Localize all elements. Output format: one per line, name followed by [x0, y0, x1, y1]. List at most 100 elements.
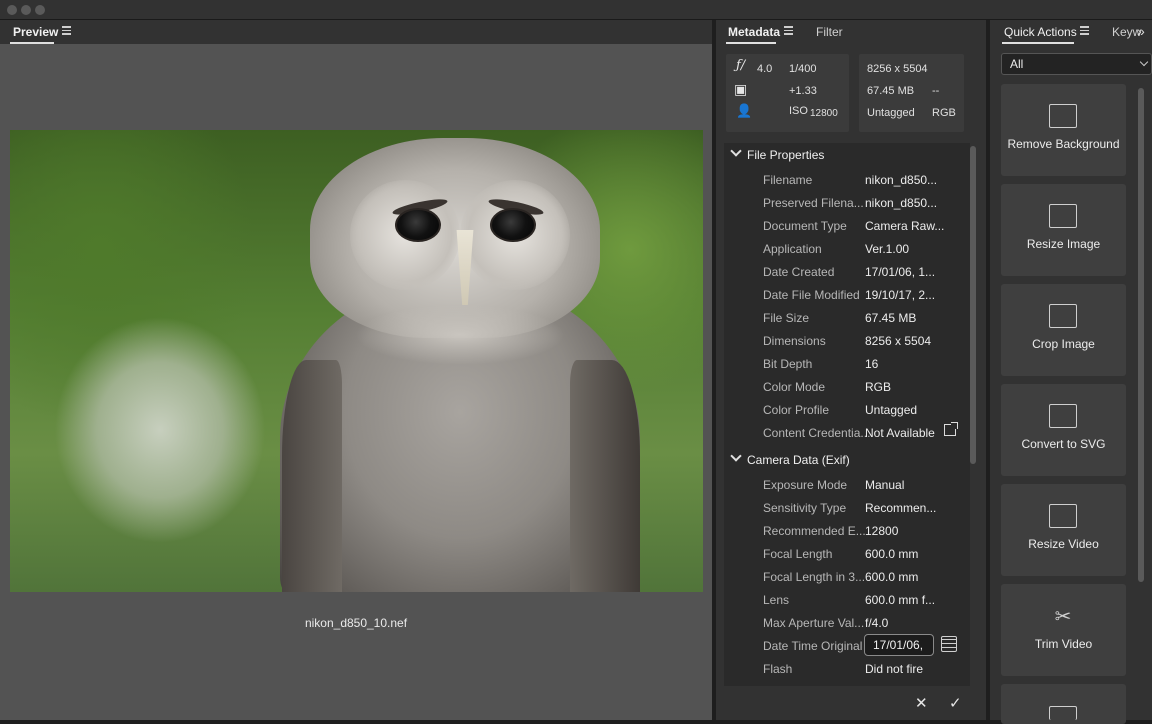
metadata-key: Sensitivity Type [763, 501, 847, 515]
quick-actions-filter-select[interactable]: All [1001, 53, 1152, 75]
metadata-row: Bit Depth 16 [724, 353, 970, 375]
section-title: File Properties [747, 148, 825, 162]
quick-action-card[interactable]: Resize Image [1001, 184, 1126, 276]
shutter-speed: 1/400 [789, 63, 817, 75]
minimize-window-button[interactable] [21, 5, 31, 15]
metadata-value: Recommen... [865, 501, 937, 515]
metadata-key: Document Type [763, 219, 847, 233]
person-icon: 👤 [736, 103, 753, 118]
tab-filter[interactable]: Filter [816, 25, 843, 39]
quick-action-label: Trim Video [1034, 637, 1093, 651]
metadata-list: File Properties Filename nikon_d850... Pre… [724, 143, 970, 686]
tab-underline [1002, 42, 1074, 44]
metadata-row: Exposure Mode Manual [724, 474, 970, 496]
tab-preview[interactable]: Preview [13, 25, 58, 39]
summary-dimensions: 8256 x 5504 [867, 63, 928, 75]
owl-eye-right [490, 208, 536, 242]
metadata-value: f/4.0 [865, 616, 889, 630]
preview-image[interactable] [10, 130, 703, 592]
filter-value: All [1010, 57, 1024, 71]
metering-mode-icon: ▣ [734, 81, 748, 97]
calendar-icon[interactable] [941, 636, 957, 652]
tab-underline [726, 42, 776, 44]
metadata-key: Color Profile [763, 403, 830, 417]
metadata-key: Exposure Mode [763, 478, 848, 492]
aperture-value: 4.0 [757, 63, 773, 75]
metadata-value: nikon_d850... [865, 196, 938, 210]
preview-panel: Preview nikon_d850_10.nef [0, 20, 712, 720]
file-summary-box: 8256 x 5504 67.45 MB -- Untagged RGB [859, 54, 964, 132]
zoom-window-button[interactable] [35, 5, 45, 15]
double-chevron-right-icon[interactable]: » [1137, 23, 1145, 39]
quick-actions-scrollbar[interactable] [1138, 88, 1144, 582]
metadata-value: 600.0 mm [865, 547, 919, 561]
metadata-key: Flash [763, 662, 793, 676]
close-window-button[interactable] [7, 5, 17, 15]
metadata-row: Date Created 17/01/06, 1... [724, 261, 970, 283]
metadata-row: Focal Length in 3... 600.0 mm [724, 566, 970, 588]
iso-value: 12800 [810, 108, 838, 119]
quick-actions-panel: Quick Actions Keyw » All Remove Backgrou… [990, 20, 1152, 724]
metadata-row: Color Mode RGB [724, 376, 970, 398]
metadata-row: Application Ver.1.00 [724, 238, 970, 260]
metadata-key: Color Mode [763, 380, 826, 394]
quick-action-card-partial[interactable] [1001, 684, 1126, 724]
metadata-row: Dimensions 8256 x 5504 [724, 330, 970, 352]
image-icon [1049, 104, 1077, 128]
metadata-row: Content Credentia... Not Available [724, 422, 970, 444]
metadata-panel-header: Metadata Filter [716, 20, 986, 44]
iso-label: ISO [789, 105, 808, 117]
metadata-key: Filename [763, 173, 813, 187]
metadata-value: Manual [865, 478, 905, 492]
metadata-key: Preserved Filena... [763, 196, 864, 210]
external-link-icon[interactable] [944, 422, 958, 436]
quick-action-label: Resize Video [1028, 537, 1099, 551]
metadata-row: Filename nikon_d850... [724, 169, 970, 191]
metadata-row: Preserved Filena... nikon_d850... [724, 192, 970, 214]
section-file-properties[interactable]: File Properties [724, 143, 970, 167]
quick-action-label: Resize Image [1026, 237, 1101, 251]
window-titlebar [0, 0, 1152, 20]
summary-color-profile: Untagged [867, 107, 915, 119]
metadata-summary: ƒ/ 4.0 1/400 ▣ +1.33 👤 ISO 12800 8256 x … [726, 54, 964, 132]
section-title: Camera Data (Exif) [747, 453, 850, 467]
section-camera-data[interactable]: Camera Data (Exif) [724, 448, 970, 472]
chevron-down-icon [730, 450, 742, 462]
quick-action-card[interactable]: Remove Background [1001, 84, 1126, 176]
cancel-icon[interactable]: ✕ [915, 694, 928, 712]
metadata-key: Dimensions [763, 334, 826, 348]
summary-file-size: 67.45 MB [867, 85, 915, 97]
metadata-key: Focal Length in 3... [763, 570, 866, 584]
metadata-value: 600.0 mm [865, 570, 919, 584]
metadata-row: File Size 67.45 MB [724, 307, 970, 329]
owl-wing-right [570, 360, 640, 592]
metadata-value: 12800 [865, 524, 899, 538]
quick-action-card[interactable]: ✂ Trim Video [1001, 584, 1126, 676]
resize-image-icon [1049, 204, 1077, 228]
quick-action-card[interactable]: Convert to SVG [1001, 384, 1126, 476]
tab-quick-actions[interactable]: Quick Actions [1004, 25, 1077, 39]
chevron-down-icon [1139, 57, 1149, 67]
metadata-scrollbar[interactable] [970, 146, 976, 464]
confirm-icon[interactable]: ✓ [949, 694, 962, 712]
panel-menu-icon[interactable] [62, 26, 71, 35]
quick-action-card[interactable]: Resize Video [1001, 484, 1126, 576]
metadata-value: 8256 x 5504 [865, 334, 932, 348]
metadata-row: Date Time Original 17/01/06, [724, 634, 970, 657]
metadata-value: Not Available [865, 426, 935, 440]
owl-eye-left [395, 208, 441, 242]
owl-bib [355, 305, 565, 365]
preview-panel-header: Preview [0, 20, 712, 44]
aperture-icon: ƒ/ [736, 58, 746, 73]
metadata-row: Max Aperture Val... f/4.0 [724, 612, 970, 634]
crop-image-icon [1049, 304, 1077, 328]
metadata-value: 17/01/06, 1... [865, 265, 936, 279]
tab-metadata[interactable]: Metadata [728, 25, 780, 39]
panel-menu-icon[interactable] [1080, 26, 1089, 35]
panel-menu-icon[interactable] [784, 26, 793, 35]
metadata-key: Content Credentia... [763, 426, 871, 440]
metadata-key: Max Aperture Val... [763, 616, 865, 630]
metadata-row: Color Profile Untagged [724, 399, 970, 421]
date-time-original-input[interactable]: 17/01/06, [864, 634, 934, 656]
quick-action-card[interactable]: Crop Image [1001, 284, 1126, 376]
